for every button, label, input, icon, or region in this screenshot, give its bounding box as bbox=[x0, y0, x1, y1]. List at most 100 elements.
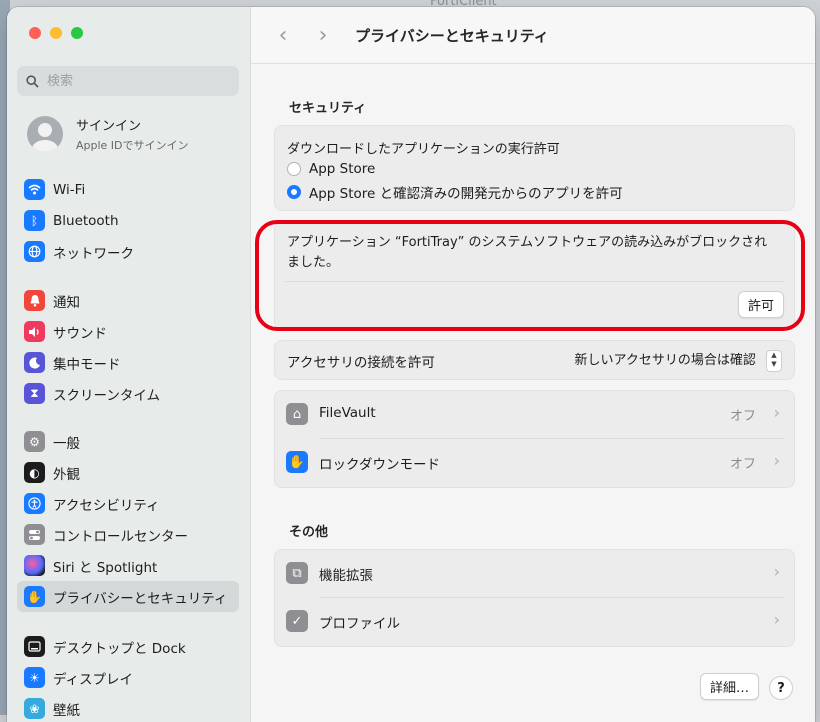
main-pane: ‹ › プライバシーとセキュリティ セキュリティ ダウンロードしたアプリケーショ… bbox=[251, 7, 815, 722]
puzzle-icon: ⧉ bbox=[286, 562, 308, 584]
filevault-label: FileVault bbox=[319, 405, 376, 421]
sidebar-search[interactable] bbox=[17, 66, 239, 96]
sidebar-item-label: ネットワーク bbox=[53, 245, 134, 262]
wallpaper-icon: ❀ bbox=[24, 698, 45, 719]
wifi-icon bbox=[24, 179, 45, 200]
accessory-group: アクセサリの接続を許可 新しいアクセサリの場合は確認 ▲ ▼ bbox=[274, 340, 795, 380]
download-permission-group: ダウンロードしたアプリケーションの実行許可 App Store App Stor… bbox=[274, 125, 795, 211]
sidebar-item-general[interactable]: ⚙ 一般 bbox=[17, 426, 239, 457]
forward-button[interactable]: › bbox=[309, 23, 337, 48]
sidebar-item-wifi[interactable]: Wi-Fi bbox=[17, 174, 239, 205]
sidebar-item-label: 一般 bbox=[53, 435, 80, 452]
sidebar-group-general: ⚙ 一般 ◐ 外観 アクセシビリティ コントロールセンター Siri と Spo… bbox=[17, 426, 239, 612]
zoom-button[interactable] bbox=[71, 27, 83, 39]
radio-label: App Store と確認済みの開発元からのアプリを許可 bbox=[309, 186, 623, 202]
sidebar-item-accessibility[interactable]: アクセシビリティ bbox=[17, 488, 239, 519]
bell-icon bbox=[24, 290, 45, 311]
checkmark-seal-icon: ✓ bbox=[286, 610, 308, 632]
allow-button[interactable]: 許可 bbox=[737, 291, 784, 318]
house-lock-icon: ⌂ bbox=[286, 403, 308, 425]
sidebar-item-wallpaper[interactable]: ❀ 壁紙 bbox=[17, 693, 239, 722]
download-permission-heading: ダウンロードしたアプリケーションの実行許可 bbox=[287, 142, 560, 157]
other-group: ⧉ 機能拡張 › ✓ プロファイル › bbox=[274, 549, 795, 647]
lockdown-row[interactable]: ✋ ロックダウンモード オフ › bbox=[275, 439, 794, 486]
apple-id-account[interactable]: サインイン Apple IDでサインイン bbox=[27, 115, 189, 153]
profiles-label: プロファイル bbox=[319, 616, 400, 632]
sidebar-item-appearance[interactable]: ◐ 外観 bbox=[17, 457, 239, 488]
back-button[interactable]: ‹ bbox=[269, 23, 297, 48]
sidebar-item-siri-spotlight[interactable]: Siri と Spotlight bbox=[17, 550, 239, 581]
search-icon bbox=[26, 74, 39, 88]
blocked-software-message: アプリケーション “FortiTray” のシステムソフトウェアの読み込みがブロ… bbox=[287, 235, 768, 270]
sidebar-item-label: 壁紙 bbox=[53, 702, 80, 719]
lockdown-value: オフ bbox=[729, 457, 756, 472]
sidebar-item-privacy-security[interactable]: ✋ プライバシーとセキュリティ bbox=[17, 581, 239, 612]
extensions-label: 機能拡張 bbox=[319, 568, 373, 584]
extensions-row[interactable]: ⧉ 機能拡張 › bbox=[275, 550, 794, 597]
sidebar-group-network: Wi-Fi ᛒ Bluetooth ネットワーク bbox=[17, 174, 239, 267]
chevron-right-icon: › bbox=[773, 610, 780, 629]
search-input[interactable] bbox=[45, 72, 229, 90]
sidebar-item-label: デスクトップと Dock bbox=[53, 640, 186, 657]
sidebar-item-label: Siri と Spotlight bbox=[53, 559, 158, 576]
bluetooth-icon: ᛒ bbox=[24, 210, 45, 231]
sidebar-item-bluetooth[interactable]: ᛒ Bluetooth bbox=[17, 205, 239, 236]
chevron-right-icon: › bbox=[773, 451, 780, 470]
sidebar-item-displays[interactable]: ☀ ディスプレイ bbox=[17, 662, 239, 693]
radio-app-store[interactable]: App Store bbox=[287, 161, 375, 177]
toolbar: ‹ › プライバシーとセキュリティ bbox=[251, 7, 815, 64]
sidebar-group-notifications: 通知 サウンド 集中モード ⧗ スクリーンタイム bbox=[17, 285, 239, 409]
hourglass-icon: ⧗ bbox=[24, 383, 45, 404]
sidebar-item-label: コントロールセンター bbox=[53, 528, 188, 545]
accessory-popup[interactable]: 新しいアクセサリの場合は確認 ▲ ▼ bbox=[574, 349, 782, 372]
moon-icon bbox=[24, 352, 45, 373]
sidebar-item-network[interactable]: ネットワーク bbox=[17, 236, 239, 267]
dock-icon bbox=[24, 636, 45, 657]
sidebar-group-display: デスクトップと Dock ☀ ディスプレイ ❀ 壁紙 bbox=[17, 631, 239, 722]
account-name: サインイン bbox=[76, 119, 142, 134]
avatar bbox=[27, 116, 63, 152]
radio-button[interactable] bbox=[287, 162, 301, 176]
sidebar-item-sound[interactable]: サウンド bbox=[17, 316, 239, 347]
sun-icon: ☀ bbox=[24, 667, 45, 688]
page-title: プライバシーとセキュリティ bbox=[355, 26, 549, 45]
sidebar-item-label: アクセシビリティ bbox=[53, 497, 160, 514]
chevron-right-icon: › bbox=[773, 403, 780, 422]
popup-stepper-icon: ▲ ▼ bbox=[766, 349, 782, 372]
blocked-software-group: アプリケーション “FortiTray” のシステムソフトウェアの読み込みがブロ… bbox=[274, 222, 795, 330]
account-subtitle: Apple IDでサインイン bbox=[76, 139, 189, 152]
sidebar-item-label: 外観 bbox=[53, 466, 80, 483]
details-button[interactable]: 詳細… bbox=[699, 673, 759, 700]
sidebar-item-focus[interactable]: 集中モード bbox=[17, 347, 239, 378]
sidebar-item-desktop-dock[interactable]: デスクトップと Dock bbox=[17, 631, 239, 662]
window-controls bbox=[29, 27, 83, 39]
system-settings-window: サインイン Apple IDでサインイン Wi-Fi ᛒ Bluetooth ネ… bbox=[7, 7, 815, 722]
toggles-icon bbox=[24, 524, 45, 545]
radio-app-store-and-identified[interactable]: App Store と確認済みの開発元からのアプリを許可 bbox=[287, 182, 623, 202]
accessory-value: 新しいアクセサリの場合は確認 bbox=[574, 353, 756, 368]
sidebar-item-screen-time[interactable]: ⧗ スクリーンタイム bbox=[17, 378, 239, 409]
filevault-value: オフ bbox=[729, 409, 756, 424]
hand-icon: ✋ bbox=[24, 586, 45, 607]
sidebar-item-label: 通知 bbox=[53, 294, 80, 311]
sidebar-item-label: ディスプレイ bbox=[53, 671, 134, 688]
lockdown-label: ロックダウンモード bbox=[319, 457, 440, 473]
filevault-lockdown-group: ⌂ FileVault オフ › ✋ ロックダウンモード オフ › bbox=[274, 390, 795, 488]
minimize-button[interactable] bbox=[50, 27, 62, 39]
profiles-row[interactable]: ✓ プロファイル › bbox=[275, 598, 794, 645]
speaker-icon bbox=[24, 321, 45, 342]
sidebar-item-control-center[interactable]: コントロールセンター bbox=[17, 519, 239, 550]
radio-button-selected[interactable] bbox=[287, 185, 301, 199]
accessibility-icon bbox=[24, 493, 45, 514]
sidebar-item-label: Bluetooth bbox=[53, 212, 119, 229]
other-section-title: その他 bbox=[289, 525, 329, 540]
close-button[interactable] bbox=[29, 27, 41, 39]
sidebar-item-notifications[interactable]: 通知 bbox=[17, 285, 239, 316]
help-button[interactable]: ? bbox=[769, 676, 793, 700]
gear-icon: ⚙ bbox=[24, 431, 45, 452]
filevault-row[interactable]: ⌂ FileVault オフ › bbox=[275, 391, 794, 438]
sidebar-item-label: 集中モード bbox=[53, 356, 121, 373]
sidebar-item-label: サウンド bbox=[53, 325, 107, 342]
divider bbox=[285, 281, 784, 282]
sidebar-item-label: プライバシーとセキュリティ bbox=[53, 590, 228, 607]
